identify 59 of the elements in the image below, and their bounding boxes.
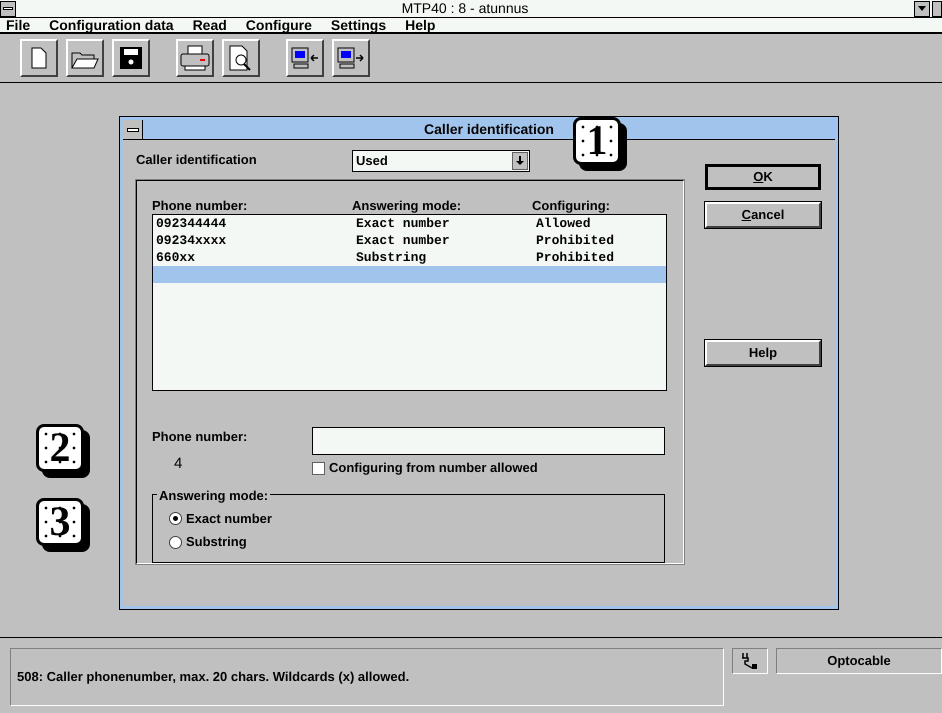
radio-label: Exact number [186,510,272,528]
dash-icon [3,7,13,10]
table-cell-text: Exact number [356,214,451,233]
radio-label: Substring [186,533,247,552]
dash-icon [126,128,138,132]
restore-button[interactable] [932,0,942,16]
numbered-callout: 2 [36,424,90,478]
computer-arrow-icon [291,47,319,69]
dialog-button[interactable]: Help [705,340,821,366]
connection-label: Optocable [827,652,891,670]
column-header: Configuring: [532,197,611,214]
cable-icon [732,648,768,674]
field-label: Caller identification [136,151,258,169]
send-button[interactable] [332,39,370,77]
column-header: Phone number: [152,197,248,214]
table-cell-text: 092344444 [156,214,228,233]
count-value: 4 [173,454,184,474]
print-button[interactable] [176,39,214,77]
down-arrow-icon [918,6,926,11]
menu-item[interactable]: File [6,14,30,36]
printer-icon [180,45,210,71]
list-row[interactable]: 660xx Substring Prohibited [153,249,666,266]
new-file-button[interactable] [20,39,58,77]
system-menu-button[interactable] [123,120,143,139]
list-row[interactable]: 092344444 Exact number Allowed [153,215,666,232]
dialog-button[interactable]: Cancel [705,202,821,228]
status-message: 508: Caller phonenumber, max. 20 chars. Wildcards (x) allowed. [17,668,410,686]
list-row[interactable]: 09234xxxx Exact number Prohibited [153,232,666,249]
page-icon [31,47,47,69]
menu-item[interactable]: Settings [330,14,386,36]
computer-arrow-icon [337,47,365,69]
table-cell-text: 660xx [156,248,196,267]
phone-number-field[interactable] [312,427,665,456]
table-cell-text: Allowed [536,214,592,233]
table-cell-text: Exact number [356,232,451,250]
table-cell-text: Substring [356,248,428,267]
print-preview-button[interactable] [222,39,260,77]
numbered-callout: 1 [573,117,627,171]
table-cell-text: Prohibited [536,248,616,267]
radio-button[interactable] [169,512,182,526]
save-button[interactable] [112,39,150,77]
magnifier-page-icon [229,45,253,71]
menu-item[interactable]: Configure [246,14,312,36]
menu-item[interactable]: Configuration data [49,14,174,36]
table-cell-text: Prohibited [536,232,616,250]
column-header: Answering mode: [352,197,462,214]
radio-button[interactable] [169,536,182,549]
system-menu-button[interactable] [0,0,16,16]
checkbox-label: Configuring from number allowed [329,459,538,478]
numbered-callout: 3 [36,498,90,552]
minimize-button[interactable] [914,0,930,16]
dialog-button[interactable]: OK [705,164,821,190]
checkbox[interactable] [312,462,325,475]
receive-button[interactable] [286,39,324,77]
dropdown-field[interactable]: Used [352,150,530,172]
menu-item[interactable]: Read [192,14,227,36]
open-folder-button[interactable] [66,39,104,77]
field-label: Phone number: [152,428,248,446]
table-cell-text: 09234xxxx [156,232,228,250]
